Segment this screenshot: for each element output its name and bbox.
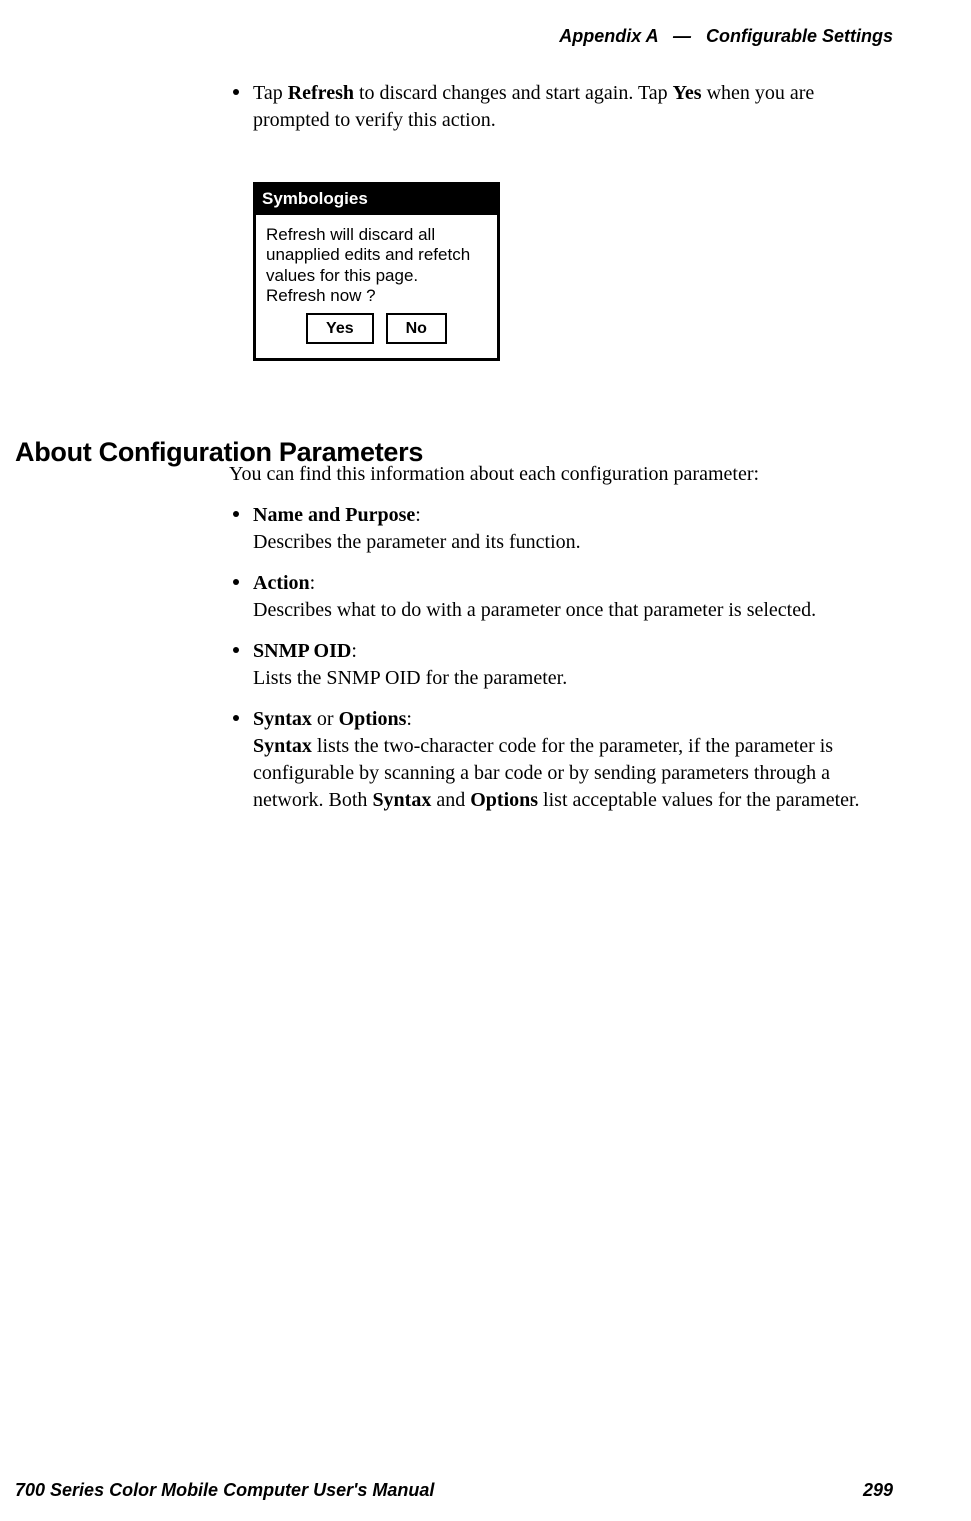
pi2-label: SNMP OID	[253, 640, 351, 662]
t-refresh: Refresh	[288, 82, 354, 104]
top-bullet-item: Tap Refresh to discard changes and start…	[229, 80, 889, 134]
param-list: Name and Purpose: Describes the paramete…	[229, 502, 893, 814]
dialog-title: Symbologies	[256, 182, 497, 215]
section-intro: You can find this information about each…	[229, 461, 893, 488]
param-item-syntax-options: Syntax or Options: Syntax lists the two-…	[229, 706, 893, 814]
dialog-line-1: Refresh will discard all	[266, 225, 487, 245]
page-header: Appendix A — Configurable Settings	[559, 26, 893, 47]
header-dash: —	[673, 26, 691, 46]
top-bullet-list: Tap Refresh to discard changes and start…	[229, 80, 889, 134]
param-item-name-purpose: Name and Purpose: Describes the paramete…	[229, 502, 893, 556]
footer-right: 299	[863, 1480, 893, 1501]
pi3-dm2: and	[431, 789, 470, 811]
yes-button[interactable]: Yes	[306, 313, 374, 344]
dialog-line-4: Refresh now ?	[266, 286, 487, 306]
pi0-desc: Describes the parameter and its function…	[253, 531, 581, 553]
pi3-db2: Syntax	[372, 789, 431, 811]
pi2-desc: Lists the SNMP OID for the parameter.	[253, 667, 567, 689]
pi3-db3: Options	[470, 789, 538, 811]
pi3-label1: Syntax	[253, 708, 312, 730]
dialog-body: Refresh will discard all unapplied edits…	[256, 215, 497, 358]
pi3-de: list acceptable values for the para­mete…	[538, 789, 860, 811]
pi1-desc: Describes what to do with a parameter on…	[253, 599, 816, 621]
page-footer: 700 Series Color Mobile Computer User's …	[15, 1480, 893, 1501]
pi1-colon: :	[310, 572, 316, 594]
symbologies-dialog: Symbologies Refresh will discard all una…	[253, 182, 500, 361]
pi3-label2: Options	[339, 708, 407, 730]
pi2-colon: :	[351, 640, 357, 662]
header-title: Configurable Settings	[706, 26, 893, 46]
top-content: Tap Refresh to discard changes and start…	[229, 80, 889, 361]
t-pre: Tap	[253, 82, 288, 104]
dialog-buttons: Yes No	[266, 307, 487, 344]
dialog-line-2: unapplied edits and refetch	[266, 245, 487, 265]
t-yes: Yes	[673, 82, 702, 104]
pi0-colon: :	[415, 504, 421, 526]
pi0-label: Name and Purpose	[253, 504, 415, 526]
footer-left: 700 Series Color Mobile Computer User's …	[15, 1480, 434, 1501]
param-item-action: Action: Describes what to do with a para…	[229, 570, 893, 624]
pi3-colon: :	[406, 708, 412, 730]
param-item-snmp-oid: SNMP OID: Lists the SNMP OID for the par…	[229, 638, 893, 692]
no-button[interactable]: No	[386, 313, 447, 344]
pi1-label: Action	[253, 572, 310, 594]
dialog-line-3: values for this page.	[266, 266, 487, 286]
pi3-db1: Syntax	[253, 735, 312, 757]
t-mid: to discard changes and start again. Tap	[354, 82, 673, 104]
header-appendix: Appendix A	[559, 26, 658, 46]
pi3-or: or	[312, 708, 339, 730]
section-body: You can find this information about each…	[229, 455, 893, 828]
